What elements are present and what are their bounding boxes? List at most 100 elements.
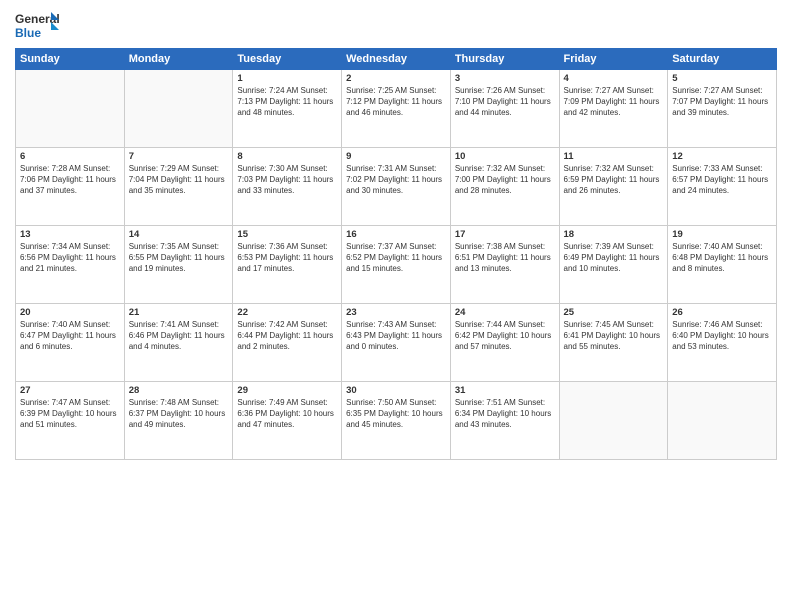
day-cell: 12Sunrise: 7:33 AM Sunset: 6:57 PM Dayli… [668, 148, 777, 226]
header-tuesday: Tuesday [233, 49, 342, 70]
day-cell: 18Sunrise: 7:39 AM Sunset: 6:49 PM Dayli… [559, 226, 668, 304]
day-number: 23 [346, 307, 446, 318]
day-number: 16 [346, 229, 446, 240]
day-cell: 22 Sunrise: 7:42 AM Sunset: 6:44 PM Dayli… [233, 304, 342, 382]
day-info: Sunrise: 7:40 AM Sunset: 6:47 PM Dayligh… [20, 320, 120, 352]
day-cell: 2 Sunrise: 7:25 AM Sunset: 7:12 PM Daylig… [342, 70, 451, 148]
day-cell: 31 Sunrise: 7:51 AM Sunset: 6:34 PM Dayli… [450, 382, 559, 460]
day-cell [668, 382, 777, 460]
day-number: 30 [346, 385, 446, 396]
day-info: Sunrise: 7:34 AM Sunset: 6:56 PM Dayligh… [20, 242, 120, 274]
day-number: 24 [455, 307, 555, 318]
day-number: 4 [564, 73, 664, 84]
day-cell: 4 Sunrise: 7:27 AM Sunset: 7:09 PM Daylig… [559, 70, 668, 148]
day-info: Sunrise: 7:32 AM Sunset: 6:59 PM Dayligh… [564, 164, 664, 196]
day-info: Sunrise: 7:35 AM Sunset: 6:55 PM Dayligh… [129, 242, 229, 274]
day-cell: 14 Sunrise: 7:35 AM Sunset: 6:55 PM Dayli… [124, 226, 233, 304]
day-number: 14 [129, 229, 229, 240]
day-cell: 15 Sunrise: 7:36 AM Sunset: 6:53 PM Dayli… [233, 226, 342, 304]
svg-text:Blue: Blue [15, 26, 41, 40]
week-row-2: 6Sunrise: 7:28 AM Sunset: 7:06 PM Daylig… [16, 148, 777, 226]
day-cell: 13 Sunrise: 7:34 AM Sunset: 6:56 PM Dayli… [16, 226, 125, 304]
week-row-1: 1Sunrise: 7:24 AM Sunset: 7:13 PM Daylig… [16, 70, 777, 148]
day-number: 8 [237, 151, 337, 162]
day-cell: 26Sunrise: 7:46 AM Sunset: 6:40 PM Dayli… [668, 304, 777, 382]
day-number: 9 [346, 151, 446, 162]
day-cell: 3 Sunrise: 7:26 AM Sunset: 7:10 PM Daylig… [450, 70, 559, 148]
day-info: Sunrise: 7:25 AM Sunset: 7:12 PM Dayligh… [346, 86, 446, 118]
day-number: 21 [129, 307, 229, 318]
day-cell: 10Sunrise: 7:32 AM Sunset: 7:00 PM Dayli… [450, 148, 559, 226]
logo: GeneralBlue [15, 10, 60, 42]
day-cell: 1Sunrise: 7:24 AM Sunset: 7:13 PM Daylig… [233, 70, 342, 148]
day-number: 13 [20, 229, 120, 240]
day-info: Sunrise: 7:44 AM Sunset: 6:42 PM Dayligh… [455, 320, 555, 352]
day-info: Sunrise: 7:36 AM Sunset: 6:53 PM Dayligh… [237, 242, 337, 274]
day-cell: 6Sunrise: 7:28 AM Sunset: 7:06 PM Daylig… [16, 148, 125, 226]
day-number: 18 [564, 229, 664, 240]
day-number: 11 [564, 151, 664, 162]
day-number: 19 [672, 229, 772, 240]
week-row-3: 13 Sunrise: 7:34 AM Sunset: 6:56 PM Dayli… [16, 226, 777, 304]
day-cell: 9 Sunrise: 7:31 AM Sunset: 7:02 PM Daylig… [342, 148, 451, 226]
header-wednesday: Wednesday [342, 49, 451, 70]
day-info: Sunrise: 7:38 AM Sunset: 6:51 PM Dayligh… [455, 242, 555, 274]
day-info: Sunrise: 7:31 AM Sunset: 7:02 PM Dayligh… [346, 164, 446, 196]
day-info: Sunrise: 7:51 AM Sunset: 6:34 PM Dayligh… [455, 398, 555, 430]
day-number: 15 [237, 229, 337, 240]
day-cell: 19 Sunrise: 7:40 AM Sunset: 6:48 PM Dayli… [668, 226, 777, 304]
day-info: Sunrise: 7:26 AM Sunset: 7:10 PM Dayligh… [455, 86, 555, 118]
day-info: Sunrise: 7:43 AM Sunset: 6:43 PM Dayligh… [346, 320, 446, 352]
calendar-table: SundayMondayTuesdayWednesdayThursdayFrid… [15, 48, 777, 460]
day-cell: 20 Sunrise: 7:40 AM Sunset: 6:47 PM Dayli… [16, 304, 125, 382]
day-info: Sunrise: 7:30 AM Sunset: 7:03 PM Dayligh… [237, 164, 337, 196]
day-number: 7 [129, 151, 229, 162]
day-cell [559, 382, 668, 460]
day-cell: 23 Sunrise: 7:43 AM Sunset: 6:43 PM Dayli… [342, 304, 451, 382]
day-number: 20 [20, 307, 120, 318]
day-number: 25 [564, 307, 664, 318]
day-info: Sunrise: 7:46 AM Sunset: 6:40 PM Dayligh… [672, 320, 772, 352]
day-cell: 21 Sunrise: 7:41 AM Sunset: 6:46 PM Dayli… [124, 304, 233, 382]
day-cell [124, 70, 233, 148]
day-info: Sunrise: 7:50 AM Sunset: 6:35 PM Dayligh… [346, 398, 446, 430]
week-row-4: 20 Sunrise: 7:40 AM Sunset: 6:47 PM Dayli… [16, 304, 777, 382]
header-sunday: Sunday [16, 49, 125, 70]
day-info: Sunrise: 7:28 AM Sunset: 7:06 PM Dayligh… [20, 164, 120, 196]
day-info: Sunrise: 7:42 AM Sunset: 6:44 PM Dayligh… [237, 320, 337, 352]
day-info: Sunrise: 7:33 AM Sunset: 6:57 PM Dayligh… [672, 164, 772, 196]
day-cell: 25 Sunrise: 7:45 AM Sunset: 6:41 PM Dayli… [559, 304, 668, 382]
day-cell: 5 Sunrise: 7:27 AM Sunset: 7:07 PM Daylig… [668, 70, 777, 148]
week-row-5: 27Sunrise: 7:47 AM Sunset: 6:39 PM Dayli… [16, 382, 777, 460]
day-number: 5 [672, 73, 772, 84]
logo-svg: GeneralBlue [15, 10, 60, 42]
day-cell: 17 Sunrise: 7:38 AM Sunset: 6:51 PM Dayli… [450, 226, 559, 304]
header-saturday: Saturday [668, 49, 777, 70]
day-number: 29 [237, 385, 337, 396]
day-number: 1 [237, 73, 337, 84]
day-info: Sunrise: 7:27 AM Sunset: 7:07 PM Dayligh… [672, 86, 772, 118]
day-number: 10 [455, 151, 555, 162]
day-cell: 7 Sunrise: 7:29 AM Sunset: 7:04 PM Daylig… [124, 148, 233, 226]
day-number: 17 [455, 229, 555, 240]
day-info: Sunrise: 7:29 AM Sunset: 7:04 PM Dayligh… [129, 164, 229, 196]
header-thursday: Thursday [450, 49, 559, 70]
day-info: Sunrise: 7:27 AM Sunset: 7:09 PM Dayligh… [564, 86, 664, 118]
calendar-header-row: SundayMondayTuesdayWednesdayThursdayFrid… [16, 49, 777, 70]
day-info: Sunrise: 7:45 AM Sunset: 6:41 PM Dayligh… [564, 320, 664, 352]
day-number: 22 [237, 307, 337, 318]
day-info: Sunrise: 7:40 AM Sunset: 6:48 PM Dayligh… [672, 242, 772, 274]
day-cell: 24 Sunrise: 7:44 AM Sunset: 6:42 PM Dayli… [450, 304, 559, 382]
day-cell: 30 Sunrise: 7:50 AM Sunset: 6:35 PM Dayli… [342, 382, 451, 460]
day-number: 31 [455, 385, 555, 396]
day-info: Sunrise: 7:48 AM Sunset: 6:37 PM Dayligh… [129, 398, 229, 430]
day-info: Sunrise: 7:37 AM Sunset: 6:52 PM Dayligh… [346, 242, 446, 274]
day-info: Sunrise: 7:41 AM Sunset: 6:46 PM Dayligh… [129, 320, 229, 352]
day-cell: 27Sunrise: 7:47 AM Sunset: 6:39 PM Dayli… [16, 382, 125, 460]
day-cell: 11 Sunrise: 7:32 AM Sunset: 6:59 PM Dayli… [559, 148, 668, 226]
day-number: 3 [455, 73, 555, 84]
day-number: 2 [346, 73, 446, 84]
day-info: Sunrise: 7:49 AM Sunset: 6:36 PM Dayligh… [237, 398, 337, 430]
day-number: 27 [20, 385, 120, 396]
header-friday: Friday [559, 49, 668, 70]
